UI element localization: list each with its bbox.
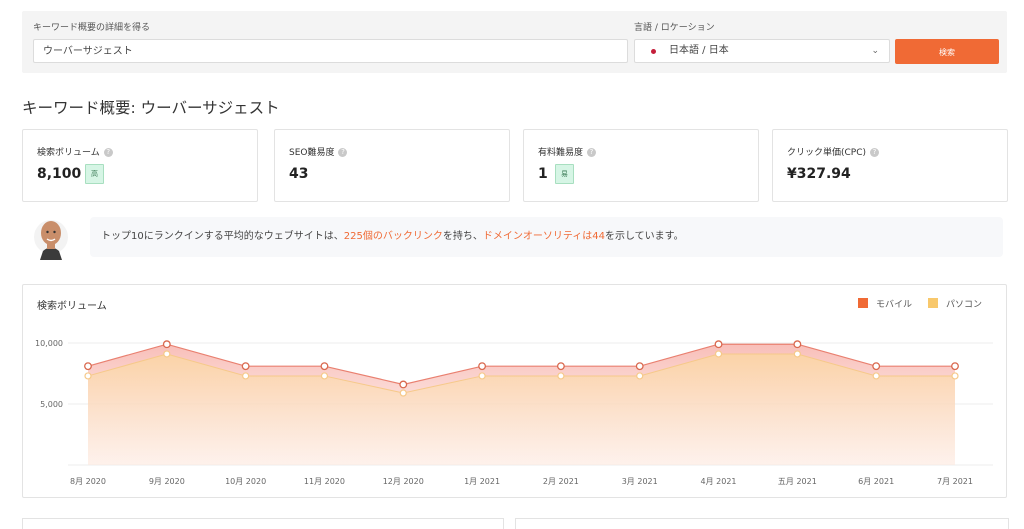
card-label: SEO難易度 — [289, 148, 335, 158]
x-tick-label: 2月 2021 — [543, 477, 579, 486]
desktop-point — [872, 372, 880, 380]
tip-prefix: トップ10にランクインする平均的なウェブサイトは、 — [101, 231, 344, 242]
japan-flag-icon — [651, 49, 656, 54]
y-tick-label: 5,000 — [40, 400, 63, 409]
paid-difficulty-value: 1 — [538, 166, 548, 182]
backlinks-link[interactable]: 225個のバックリンク — [344, 231, 443, 242]
mobile-point — [84, 362, 92, 371]
mobile-point — [241, 362, 250, 371]
x-tick-label: 7月 2021 — [937, 477, 973, 486]
x-tick-label: 10月 2020 — [225, 477, 266, 486]
mobile-point — [635, 362, 644, 371]
help-icon[interactable]: ? — [103, 148, 113, 157]
desktop-point — [951, 372, 959, 380]
domain-authority-link[interactable]: ドメインオーソリティは44 — [483, 231, 605, 242]
desktop-point — [557, 372, 565, 380]
cpc-value: ¥327.94 — [787, 166, 851, 182]
y-tick-label: 10,000 — [35, 339, 63, 348]
desktop-point — [320, 372, 329, 380]
mobile-point — [872, 362, 881, 371]
help-icon[interactable]: ? — [338, 148, 348, 157]
mobile-point — [399, 380, 408, 389]
bottom-card-right — [515, 518, 1009, 529]
search-volume-card: 検索ボリューム? 8,100 高 — [22, 129, 258, 202]
search-volume-chart: 検索ボリューム モバイル パソコン 10,000 5,000 8月 2020 9月 2… — [22, 284, 1007, 498]
seo-difficulty-card: SEO難易度? 43 — [274, 129, 510, 202]
tip-suffix: を示しています。 — [604, 231, 684, 242]
search-volume-value: 8,100 — [37, 166, 82, 182]
bottom-card-left — [22, 518, 504, 529]
language-value: 日本語 / 日本 — [669, 45, 729, 56]
help-icon[interactable]: ? — [870, 148, 880, 157]
mobile-point — [162, 340, 171, 349]
difficulty-badge: 高 — [85, 164, 104, 184]
x-tick-label: 1月 2021 — [464, 477, 500, 486]
x-tick-label: 12月 2020 — [383, 477, 424, 486]
mobile-point — [320, 362, 329, 371]
keyword-label: キーワード概要の詳細を得る — [33, 23, 151, 33]
x-tick-label: 五月 2021 — [778, 477, 817, 486]
mobile-point — [478, 362, 487, 371]
desktop-point — [714, 350, 723, 358]
difficulty-badge: 易 — [555, 164, 574, 184]
desktop-point — [242, 372, 250, 380]
language-label: 言語 / ロケーション — [634, 23, 715, 33]
search-panel: キーワード概要の詳細を得る ウーバーサジェスト 言語 / ロケーション 日本語 … — [22, 11, 1007, 73]
desktop-point — [163, 350, 171, 358]
x-tick-label: 3月 2021 — [622, 477, 658, 486]
x-tick-label: 9月 2020 — [149, 477, 185, 486]
card-label: 有料難易度 — [538, 148, 584, 158]
help-icon[interactable]: ? — [587, 148, 597, 157]
page-title: キーワード概要: ウーバーサジェスト — [22, 99, 280, 117]
desktop-point — [793, 350, 801, 358]
desktop-point — [636, 372, 644, 380]
x-tick-label: 6月 2021 — [858, 477, 894, 486]
cpc-card: クリック単価(CPC)? ¥327.94 — [772, 129, 1008, 202]
x-tick-label: 8月 2020 — [70, 477, 106, 486]
paid-difficulty-card: 有料難易度? 1 易 — [523, 129, 759, 202]
mobile-point — [714, 340, 723, 349]
x-tick-label: 4月 2021 — [701, 477, 737, 486]
desktop-point — [84, 372, 92, 380]
card-label: クリック単価(CPC) — [787, 148, 867, 158]
avatar-icon — [34, 220, 68, 260]
card-label: 検索ボリューム — [37, 148, 100, 158]
chart-plot: 10,000 5,000 8月 2020 9月 2020 10月 2020 11月 202… — [35, 339, 993, 486]
desktop-point — [399, 389, 407, 397]
chevron-down-icon: ⌄ — [871, 46, 879, 56]
mobile-point — [951, 362, 959, 371]
seo-difficulty-value: 43 — [289, 166, 309, 182]
tip-middle: を持ち、 — [442, 231, 483, 242]
mobile-point — [793, 340, 802, 349]
x-tick-label: 11月 2020 — [304, 477, 345, 486]
search-button[interactable]: 検索 — [895, 39, 999, 64]
mobile-point — [556, 362, 565, 371]
keyword-input[interactable]: ウーバーサジェスト — [33, 39, 628, 63]
desktop-point — [478, 372, 486, 380]
language-select[interactable]: 日本語 / 日本 ⌄ — [634, 39, 890, 63]
insight-banner: トップ10にランクインする平均的なウェブサイトは、225個のバックリンクを持ち、… — [90, 217, 1003, 257]
